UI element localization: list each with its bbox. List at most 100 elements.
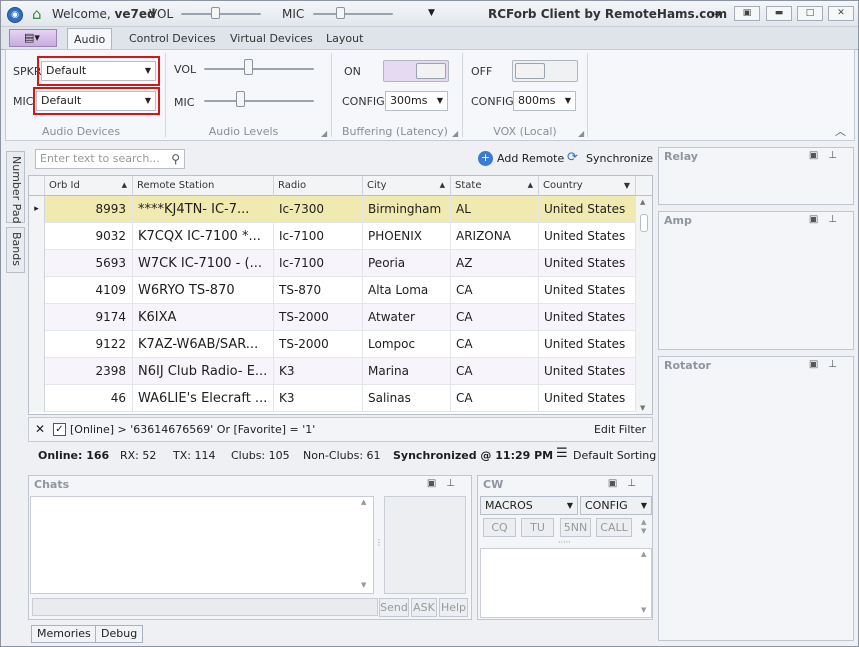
add-icon[interactable]: + — [478, 151, 493, 166]
screenshot-button[interactable]: ▣ — [734, 6, 760, 21]
vox-toggle[interactable] — [512, 60, 578, 82]
panel-controls[interactable]: ▣⊥ — [427, 478, 465, 489]
row-indicator[interactable] — [29, 223, 45, 250]
sorting-icon[interactable]: ☰ — [556, 446, 568, 461]
panel-controls[interactable]: ▣⊥ — [809, 150, 847, 161]
row-indicator[interactable] — [29, 304, 45, 331]
scroll-up-icon[interactable]: ▲ — [641, 550, 646, 558]
buffering-toggle[interactable] — [383, 60, 449, 82]
mic-select[interactable]: Default ▼ — [36, 91, 156, 111]
app-logo-icon[interactable]: ◉ — [7, 7, 23, 23]
tab-memories[interactable]: Memories — [31, 625, 97, 643]
panel-controls[interactable]: ▣⊥ — [809, 214, 847, 225]
macros-select[interactable]: MACROS ▼ — [480, 496, 578, 515]
cw-text-area[interactable] — [480, 548, 652, 618]
app-menu-button[interactable]: ▤▾ — [9, 29, 57, 47]
tab-audio[interactable]: Audio — [67, 28, 113, 51]
row-indicator[interactable]: ▸ — [29, 196, 45, 223]
add-remote-button[interactable]: Add Remote — [497, 152, 564, 165]
clear-filter-icon[interactable]: ✕ — [35, 422, 45, 436]
column-header-orb-id[interactable]: Orb Id ▲ — [45, 176, 133, 196]
tab-debug[interactable]: Debug — [95, 625, 144, 643]
table-row[interactable]: 2398 N6IJ Club Radio- E... K3 Marina CA Unite… — [29, 358, 636, 385]
resize-icon[interactable]: ↔ — [711, 7, 721, 21]
table-row[interactable]: 5693 W7CK IC-7100 - (... Ic-7100 Peoria AZ Un… — [29, 250, 636, 277]
panel-controls[interactable]: ▣⊥ — [809, 359, 847, 370]
row-indicator[interactable] — [29, 385, 45, 412]
call-button[interactable]: CALL — [596, 518, 632, 537]
spkr-select[interactable]: Default ▼ — [41, 61, 156, 81]
panel-controls[interactable]: ▣⊥ — [608, 478, 646, 489]
chat-log[interactable] — [30, 496, 374, 594]
table-scrollbar[interactable]: ▲ ▼ — [636, 196, 652, 414]
vox-config-select[interactable]: 800ms ▼ — [513, 91, 576, 111]
row-indicator[interactable] — [29, 358, 45, 385]
5nn-button[interactable]: 5NN — [560, 518, 591, 537]
table-cell: AZ — [451, 250, 539, 277]
column-header-remote-station[interactable]: Remote Station — [133, 176, 274, 196]
tab-virtual-devices[interactable]: Virtual Devices — [224, 28, 319, 50]
search-input[interactable]: Enter text to search... ⚲ — [35, 149, 185, 169]
maximize-button[interactable]: □ — [797, 6, 823, 21]
column-header-state[interactable]: State ▲ — [451, 176, 539, 196]
tab-control-devices[interactable]: Control Devices — [123, 28, 222, 50]
level-mic-thumb[interactable] — [236, 91, 246, 107]
side-tab-number-pad[interactable]: Number Pad — [6, 151, 25, 224]
table-row[interactable]: ▸ 8993 ****KJ4TN- IC-7... Ic-7300 Birmingham… — [29, 196, 636, 223]
sync-icon[interactable]: ⟳ — [567, 150, 578, 165]
cw-config-select[interactable]: CONFIG ▼ — [580, 496, 652, 515]
table-row[interactable]: 9032 K7CQX IC-7100 *... Ic-7100 PHOENIX ARIZ… — [29, 223, 636, 250]
expand-icon[interactable]: ◢ — [578, 129, 584, 138]
home-icon[interactable]: ⌂ — [32, 5, 42, 23]
title-mic-slider[interactable] — [313, 13, 393, 15]
row-indicator[interactable] — [29, 277, 45, 304]
title-dropdown-icon[interactable]: ▼ — [428, 8, 435, 18]
filter-checkbox[interactable]: ✓ — [53, 423, 66, 436]
send-button[interactable]: Send — [379, 598, 409, 617]
tu-button[interactable]: TU — [521, 518, 554, 537]
level-vol-slider[interactable] — [204, 68, 314, 70]
buffering-config-select[interactable]: 300ms ▼ — [385, 91, 448, 111]
row-indicator[interactable] — [29, 331, 45, 358]
filter-icon[interactable]: ▼ — [624, 176, 630, 195]
edit-filter-button[interactable]: Edit Filter — [594, 423, 646, 436]
scroll-up-icon[interactable]: ▲ — [361, 498, 366, 506]
column-header-country[interactable]: Country ▼ — [539, 176, 636, 196]
column-header-city[interactable]: City ▲ — [363, 176, 451, 196]
scroll-down-icon[interactable]: ▼ — [641, 606, 646, 614]
title-mic-thumb[interactable] — [336, 7, 346, 19]
table-row[interactable]: 4109 W6RYO TS-870 TS-870 Alta Loma CA United … — [29, 277, 636, 304]
chat-users-list[interactable] — [384, 496, 466, 594]
column-header-radio[interactable]: Radio — [274, 176, 363, 196]
collapse-ribbon-icon[interactable]: ︿ — [835, 123, 846, 139]
table-row[interactable]: 9122 K7AZ-W6AB/SAR... TS-2000 Lompoc CA Unite… — [29, 331, 636, 358]
splitter-handle[interactable]: ····· — [558, 538, 571, 547]
splitter-handle[interactable]: ⋮ — [375, 538, 383, 547]
expand-icon[interactable]: ◢ — [452, 129, 458, 138]
scroll-down-icon[interactable]: ▼ — [640, 404, 645, 412]
search-icon[interactable]: ⚲ — [171, 150, 180, 168]
minimize-button[interactable]: ▬ — [766, 6, 792, 21]
level-vol-thumb[interactable] — [244, 59, 253, 75]
scroll-up-icon[interactable]: ▲ — [640, 198, 645, 206]
title-vol-slider[interactable] — [181, 13, 261, 15]
macro-scroll-icon[interactable]: ▲ ▼ — [641, 518, 646, 536]
level-mic-slider[interactable] — [204, 100, 314, 102]
chat-input[interactable] — [32, 598, 378, 616]
row-indicator[interactable] — [29, 250, 45, 277]
synchronize-button[interactable]: Synchronize — [586, 152, 653, 165]
expand-icon[interactable]: ◢ — [321, 129, 327, 138]
close-button[interactable]: ✕ — [828, 6, 854, 21]
scroll-down-icon[interactable]: ▼ — [361, 581, 366, 589]
tab-layout[interactable]: Layout — [320, 28, 369, 50]
table-cell: W7CK IC-7100 - (... — [133, 250, 274, 277]
table-row[interactable]: 46 WA6LIE's Elecraft ... K3 Salinas CA United… — [29, 385, 636, 412]
default-sorting-button[interactable]: Default Sorting — [573, 449, 656, 462]
title-vol-thumb[interactable] — [210, 7, 220, 19]
help-button[interactable]: Help — [439, 598, 468, 617]
ask-button[interactable]: ASK — [411, 598, 437, 617]
scroll-thumb[interactable] — [640, 214, 648, 232]
table-row[interactable]: 9174 K6IXA TS-2000 Atwater CA United States — [29, 304, 636, 331]
cq-button[interactable]: CQ — [483, 518, 516, 537]
side-tab-bands[interactable]: Bands — [6, 227, 25, 273]
